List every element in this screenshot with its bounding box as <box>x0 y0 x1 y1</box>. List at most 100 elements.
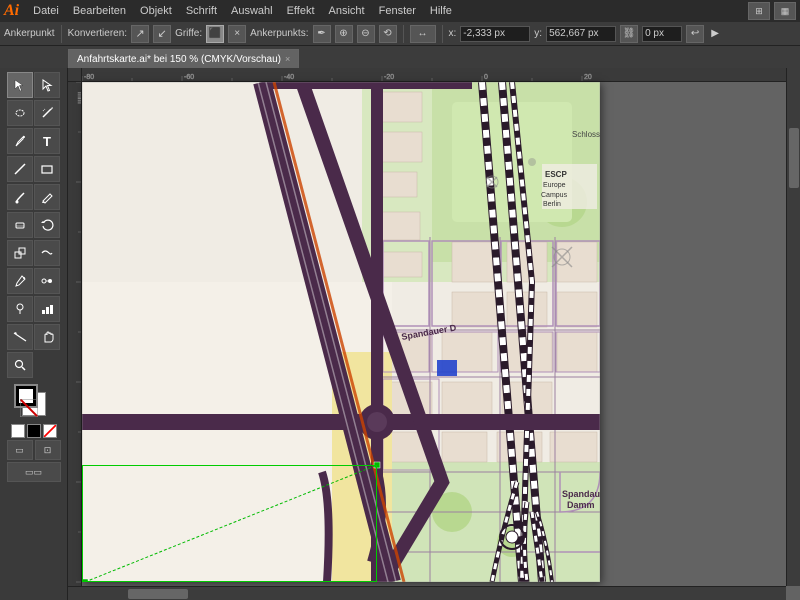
document-tab[interactable]: Anfahrtskarte.ai* bei 150 % (CMYK/Vorsch… <box>68 49 299 68</box>
menu-schrift[interactable]: Schrift <box>180 3 223 19</box>
tool-row-zoom <box>7 352 60 378</box>
menu-hilfe[interactable]: Hilfe <box>424 3 458 19</box>
tool-type[interactable]: T <box>34 128 60 154</box>
y-input[interactable] <box>546 26 616 42</box>
svg-text:Berlin: Berlin <box>543 201 561 208</box>
menu-datei[interactable]: Datei <box>27 3 65 19</box>
tool-eraser[interactable] <box>7 212 33 238</box>
horizontal-scrollbar[interactable] <box>68 586 786 600</box>
tool-row-scale <box>7 240 60 266</box>
tool-eyedropper[interactable] <box>7 268 33 294</box>
tool-magic-wand[interactable] <box>34 100 60 126</box>
tool-rect[interactable] <box>34 156 60 182</box>
sep3 <box>442 25 443 43</box>
ankerpunkts-btn[interactable]: ✒ <box>313 25 331 43</box>
tool-pen[interactable] <box>7 128 33 154</box>
link-btn[interactable]: ⛓ <box>620 25 638 43</box>
artboard-btn[interactable]: ▭▭ <box>7 462 61 482</box>
svg-text:Spandauer: Spandauer <box>562 489 600 499</box>
tool-line[interactable] <box>7 156 33 182</box>
px-input[interactable] <box>642 26 682 42</box>
ankerpunkts-btn4[interactable]: ⟲ <box>379 25 397 43</box>
map-svg: ESCP Europe Campus Berlin Schlossgarten … <box>82 82 600 582</box>
ankerpunkt-label: Ankerpunkt <box>4 28 55 39</box>
ankerpunkts-label: Ankerpunkts: <box>250 28 308 39</box>
tool-select[interactable] <box>7 72 33 98</box>
tool-row-slice <box>7 324 60 350</box>
tool-row-pen: T <box>7 128 60 154</box>
align-btn[interactable]: ↔ <box>410 25 436 43</box>
menu-objekt[interactable]: Objekt <box>134 3 178 19</box>
draw-mode-btn[interactable]: ▭ <box>7 440 33 460</box>
griffe-btn1[interactable]: ⬛ <box>206 25 224 43</box>
screen-mode-btn[interactable]: ⊞ <box>748 2 770 20</box>
tab-bar: Anfahrtskarte.ai* bei 150 % (CMYK/Vorsch… <box>0 46 800 68</box>
vscroll-thumb[interactable] <box>789 128 799 188</box>
screen-mode-btn2[interactable]: ⊡ <box>35 440 61 460</box>
griffe-btn2[interactable]: × <box>228 25 246 43</box>
arrange-btn[interactable]: ▦ <box>774 2 796 20</box>
menu-bar: Ai Datei Bearbeiten Objekt Schrift Auswa… <box>0 0 800 22</box>
tool-slice[interactable] <box>7 324 33 350</box>
tool-chart[interactable] <box>34 296 60 322</box>
griffe-label: Griffe: <box>175 28 202 39</box>
swatch-stack <box>14 384 54 422</box>
tool-brush[interactable] <box>7 184 33 210</box>
tool-rotate[interactable] <box>34 212 60 238</box>
ankerpunkts-btn3[interactable]: ⊖ <box>357 25 375 43</box>
tool-blend[interactable] <box>34 268 60 294</box>
black-swatch[interactable] <box>27 424 41 438</box>
svg-text:-80: -80 <box>84 74 94 81</box>
tool-lasso[interactable] <box>7 100 33 126</box>
tool-warp[interactable] <box>34 240 60 266</box>
svg-text:0: 0 <box>484 74 488 81</box>
sep2 <box>403 25 404 43</box>
tab-title: Anfahrtskarte.ai* bei 150 % (CMYK/Vorsch… <box>77 54 281 65</box>
svg-text:Campus: Campus <box>541 192 568 199</box>
white-swatch[interactable] <box>11 424 25 438</box>
svg-text:20: 20 <box>584 74 592 81</box>
ruler-corner <box>68 68 82 82</box>
menu-fenster[interactable]: Fenster <box>373 3 422 19</box>
ankerpunkts-btn2[interactable]: ⊕ <box>335 25 353 43</box>
color-area: ▭ ⊡ ▭▭ <box>7 384 61 482</box>
foreground-color-swatch[interactable] <box>14 384 38 408</box>
misc-row2: ▭▭ <box>7 462 61 482</box>
main-area: T <box>0 68 800 600</box>
tool-direct-select[interactable] <box>34 72 60 98</box>
none-swatch[interactable] <box>43 424 57 438</box>
x-label: x: <box>449 28 457 39</box>
tool-zoom[interactable] <box>7 352 33 378</box>
tool-row-lasso <box>7 100 60 126</box>
menu-effekt[interactable]: Effekt <box>281 3 321 19</box>
tool-row-select <box>7 72 60 98</box>
artboard: ESCP Europe Campus Berlin Schlossgarten … <box>82 82 600 582</box>
more-btn[interactable]: ▶ <box>708 25 722 43</box>
tool-hand[interactable] <box>34 324 60 350</box>
convert-btn1[interactable]: ↗ <box>131 25 149 43</box>
vertical-scrollbar[interactable] <box>786 68 800 586</box>
tool-row-eyedropper <box>7 268 60 294</box>
horizontal-ruler: -80 -60 -40 -20 0 20 <box>82 68 800 82</box>
tool-symbol[interactable] <box>7 296 33 322</box>
misc-row: ▭ ⊡ <box>7 440 61 460</box>
convert-btn2[interactable]: ↙ <box>153 25 171 43</box>
tool-scale[interactable] <box>7 240 33 266</box>
menu-ansicht[interactable]: Ansicht <box>323 3 371 19</box>
tool-row-transform <box>7 212 60 238</box>
app-logo: Ai <box>4 2 19 20</box>
transform-btn[interactable]: ↩ <box>686 25 704 43</box>
svg-text:Europe: Europe <box>543 182 566 189</box>
menu-auswahl[interactable]: Auswahl <box>225 3 279 19</box>
hscroll-thumb[interactable] <box>128 589 188 599</box>
menu-bearbeiten[interactable]: Bearbeiten <box>67 3 132 19</box>
tab-close-btn[interactable]: × <box>285 54 290 64</box>
tool-row-shapes <box>7 156 60 182</box>
svg-text:Damm: Damm <box>567 500 595 510</box>
x-input[interactable] <box>460 26 530 42</box>
canvas-area[interactable]: -80 -60 -40 -20 0 20 <box>68 68 800 600</box>
svg-text:-40: -40 <box>284 74 294 81</box>
sep1 <box>61 25 62 43</box>
tool-pencil[interactable] <box>34 184 60 210</box>
svg-text:-20: -20 <box>384 74 394 81</box>
